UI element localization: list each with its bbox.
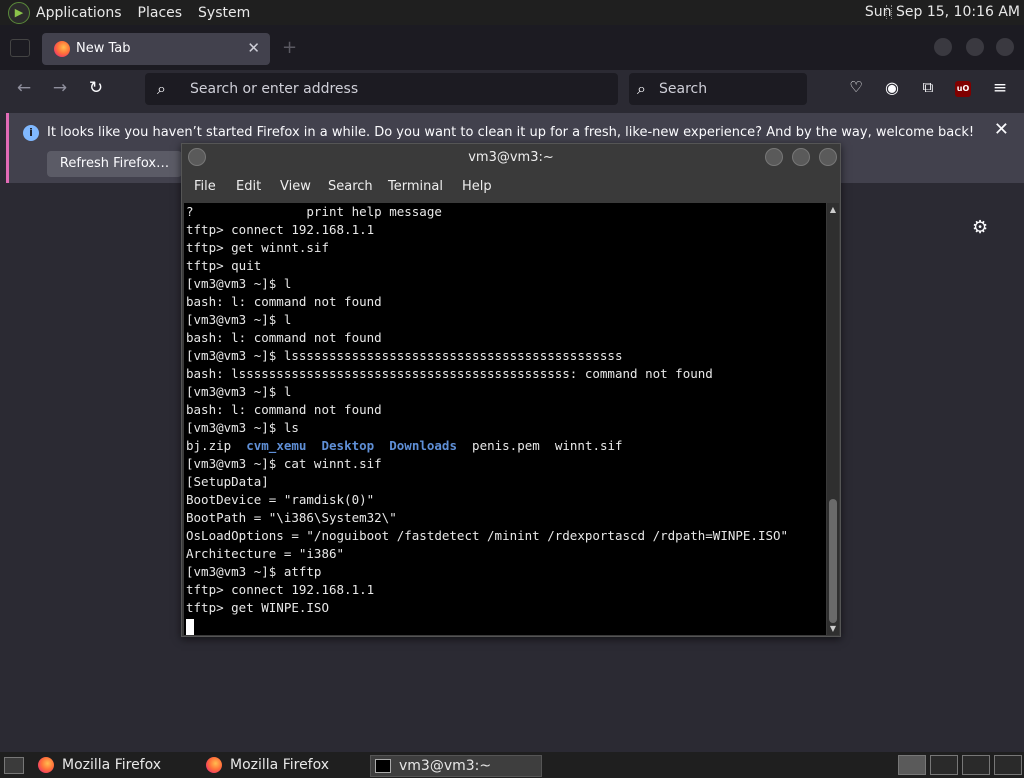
distro-logo-icon[interactable]: ▶ [8,1,30,24]
terminal-line: bash: lsssssssssssssssssssssssssssssssss… [186,366,713,381]
terminal-line: tftp> connect 192.168.1.1 [186,222,375,237]
workspace-3[interactable] [962,755,990,775]
tab-new-tab[interactable]: New Tab ✕ [42,33,270,65]
menu-help[interactable]: Help [462,179,492,194]
terminal-line: bash: l: command not found [186,294,382,309]
workspace-4[interactable] [994,755,1022,775]
menu-file[interactable]: File [194,179,216,194]
show-desktop-icon[interactable] [4,757,24,774]
taskbar-item-label: vm3@vm3:~ [399,758,492,774]
back-arrow-icon[interactable]: ← [12,78,36,98]
maximize-button[interactable] [792,148,810,166]
terminal-line: tftp> quit [186,258,262,273]
places-menu[interactable]: Places [138,5,183,21]
search-placeholder: Search [659,81,708,97]
system-menu[interactable]: System [198,5,250,21]
ls-file: penis.pem [472,438,540,453]
terminal-icon [375,759,391,773]
terminal-title: vm3@vm3:~ [468,150,554,165]
terminal-line: [vm3@vm3 ~]$ cat winnt.sif [186,456,382,471]
tab-bar: New Tab ✕ + [0,25,1024,70]
workspace-1[interactable] [898,755,926,775]
menu-search[interactable]: Search [328,179,373,194]
reload-icon[interactable]: ↻ [84,78,108,98]
clock[interactable]: Sun Sep 15, 10:16 AM [865,4,1020,20]
terminal-cursor [186,618,194,635]
refresh-firefox-button[interactable]: Refresh Firefox… [47,151,182,177]
ls-dir: cvm_xemu [246,438,307,453]
scroll-up-icon[interactable]: ▲ [827,205,839,214]
ls-file: bj.zip [186,438,232,453]
menu-terminal[interactable]: Terminal [388,179,443,194]
new-tab-icon[interactable]: + [282,37,297,58]
ls-dir: Downloads [389,438,457,453]
tab-title: New Tab [76,41,131,56]
window-close-button[interactable] [996,38,1014,56]
taskbar-item-firefox-1[interactable]: Mozilla Firefox [38,755,196,775]
url-bar[interactable]: ⌕ Search or enter address [145,73,618,105]
forward-arrow-icon[interactable]: → [48,78,72,98]
bottom-taskbar: Mozilla Firefox Mozilla Firefox vm3@vm3:… [0,752,1024,778]
terminal-line: tftp> connect 192.168.1.1 [186,582,375,597]
terminal-line: [vm3@vm3 ~]$ l [186,276,292,291]
top-panel: ▶ Applications Places System Sun Sep 15,… [0,0,1024,25]
terminal-line: [vm3@vm3 ~]$ lssssssssssssssssssssssssss… [186,348,623,363]
search-icon: ⌕ [637,79,646,98]
settings-gear-icon[interactable]: ⚙ [972,217,988,238]
menu-edit[interactable]: Edit [236,179,261,194]
terminal-line: [vm3@vm3 ~]$ atftp [186,564,322,579]
taskbar-item-label: Mozilla Firefox [62,757,162,773]
terminal-line: [vm3@vm3 ~]$ l [186,312,292,327]
terminal-line: ? print help message [186,204,442,219]
terminal-scrollbar[interactable]: ▲ ▼ [827,203,839,635]
terminal-output[interactable]: ? print help message tftp> connect 192.1… [184,203,826,635]
ls-file: winnt.sif [554,438,623,453]
terminal-line: Architecture = "i386" [186,546,345,561]
firefox-icon [54,41,70,57]
terminal-line: bash: l: command not found [186,402,382,417]
notification-message: It looks like you haven’t started Firefo… [47,125,975,140]
minimize-button[interactable] [934,38,952,56]
tab-close-icon[interactable]: ✕ [247,39,260,57]
firefox-icon [206,757,222,773]
terminal-line: bash: l: command not found [186,330,382,345]
terminal-line: tftp> get winnt.sif [186,240,329,255]
terminal-line: [SetupData] [186,474,269,489]
taskbar-item-label: Mozilla Firefox [230,757,330,773]
notification-close-icon[interactable]: ✕ [994,119,1009,140]
ls-dir: Desktop [321,438,375,453]
terminal-line: OsLoadOptions = "/noguiboot /fastdetect … [186,528,789,543]
terminal-titlebar[interactable]: vm3@vm3:~ [182,144,840,172]
search-icon: ⌕ [157,79,166,98]
ublock-icon[interactable]: uO [955,81,971,97]
scroll-down-icon[interactable]: ▼ [827,624,839,633]
applications-menu[interactable]: Applications [36,5,122,21]
pocket-icon[interactable]: ♡ [844,78,868,96]
info-icon: i [23,125,39,141]
firefox-icon [38,757,54,773]
account-icon[interactable]: ◉ [880,78,904,97]
extensions-icon[interactable]: ⧉ [916,78,940,96]
close-button[interactable] [819,148,837,166]
maximize-button[interactable] [966,38,984,56]
terminal-menubar: File Edit View Search Terminal Help [182,172,840,202]
url-placeholder: Search or enter address [190,81,359,97]
nav-bar: ← → ↻ ⌕ Search or enter address ⌕ Search… [0,70,1024,110]
scrollbar-thumb[interactable] [829,499,837,623]
workspace-2[interactable] [930,755,958,775]
hamburger-menu-icon[interactable]: ≡ [988,78,1012,98]
taskbar-item-firefox-2[interactable]: Mozilla Firefox [206,755,364,775]
taskbar-item-terminal[interactable]: vm3@vm3:~ [370,755,542,777]
list-tabs-icon[interactable] [10,39,30,57]
terminal-window: vm3@vm3:~ File Edit View Search Terminal… [181,143,841,637]
menu-view[interactable]: View [280,179,311,194]
terminal-line: BootPath = "\i386\System32\" [186,510,397,525]
search-bar[interactable]: ⌕ Search [629,73,807,105]
terminal-line: tftp> get WINPE.ISO [186,600,329,615]
minimize-button[interactable] [765,148,783,166]
terminal-line: [vm3@vm3 ~]$ ls [186,420,299,435]
terminal-line: BootDevice = "ramdisk(0)" [186,492,375,507]
terminal-line: [vm3@vm3 ~]$ l [186,384,292,399]
